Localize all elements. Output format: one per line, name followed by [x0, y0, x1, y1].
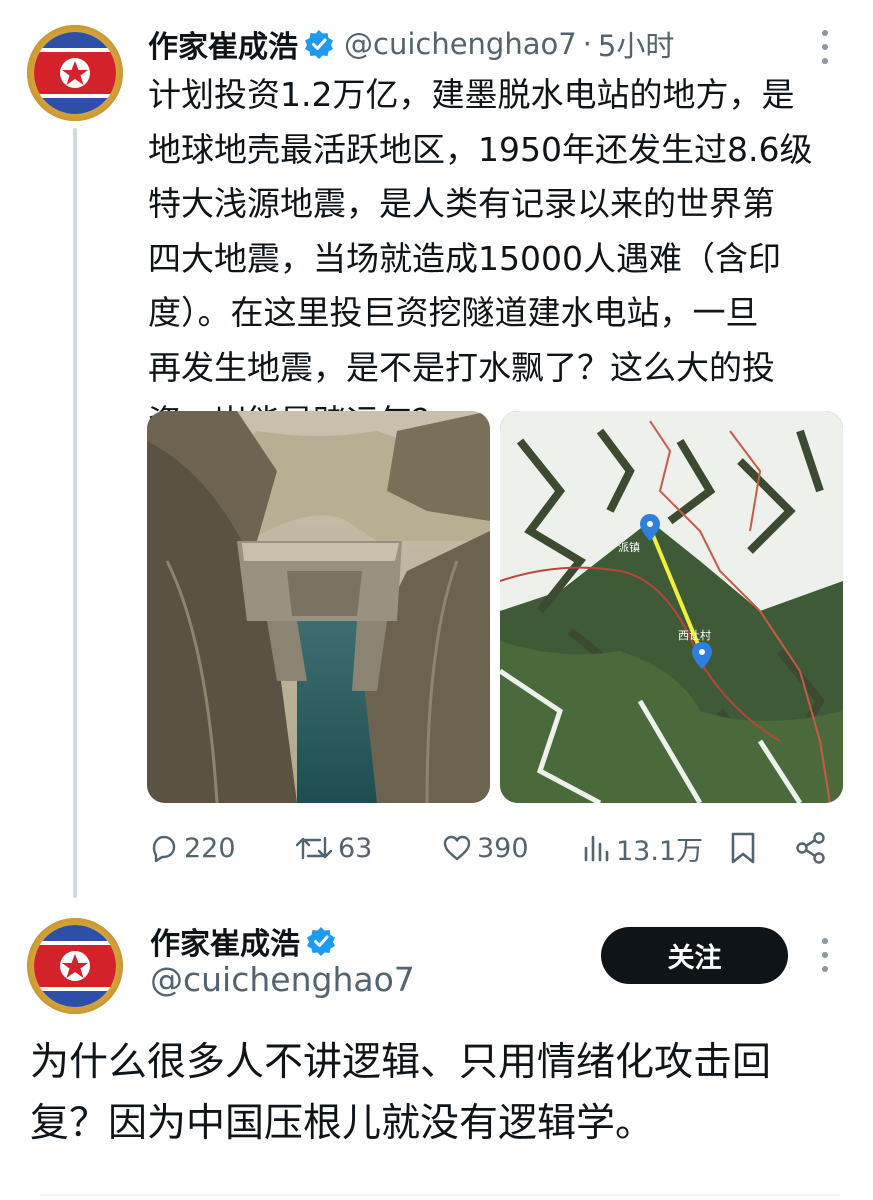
author-handle[interactable]: @cuichenghao7 [344, 27, 577, 61]
like-button[interactable]: 390 [441, 826, 529, 870]
flag-avatar-image [34, 32, 116, 114]
tweet-media-grid: 派镇 西让村 [147, 411, 844, 803]
profile-handle[interactable]: @cuichenghao7 [150, 960, 415, 999]
tweet-timestamp[interactable]: 5小时 [598, 23, 674, 65]
views-button[interactable]: 13.1万 [582, 826, 703, 870]
author-avatar[interactable] [27, 25, 123, 121]
tweet-actions-bar: 220 63 390 13.1万 [148, 826, 838, 870]
dam-photo[interactable] [147, 411, 490, 803]
verified-badge-icon [304, 29, 334, 59]
profile-name-row: 作家崔成浩 [150, 918, 336, 964]
flag-avatar-image [34, 925, 116, 1007]
share-button[interactable] [794, 826, 828, 870]
thread-connector-line [73, 128, 77, 898]
reply-count: 220 [184, 832, 236, 864]
bookmark-icon [728, 831, 758, 865]
views-count: 13.1万 [616, 835, 704, 867]
heart-icon [441, 832, 473, 864]
follow-button[interactable]: 关注 [601, 927, 788, 984]
profile-bio: 为什么很多人不讲逻辑、只用情绪化攻击回 复？因为中国压根儿就没有逻辑学。 [30, 1040, 772, 1146]
reply-icon [148, 832, 180, 864]
meta-separator: · [582, 27, 592, 61]
bookmark-button[interactable] [728, 826, 758, 870]
retweet-count: 63 [338, 832, 373, 864]
retweet-icon [294, 832, 334, 864]
reply-button[interactable]: 220 [148, 826, 236, 870]
more-options-icon[interactable] [820, 30, 830, 64]
divider [40, 1194, 840, 1196]
more-options-icon[interactable] [820, 938, 830, 972]
views-chart-icon [582, 832, 612, 864]
share-icon [794, 831, 828, 865]
satellite-map[interactable]: 派镇 西让村 [500, 411, 843, 803]
tweet-text: 计划投资1.2万亿，建墨脱水电站的地方，是 地球地壳最活跃地区，1950年还发生… [148, 75, 813, 441]
author-name[interactable]: 作家崔成浩 [148, 22, 298, 66]
retweet-button[interactable]: 63 [294, 826, 372, 870]
profile-avatar[interactable] [27, 918, 123, 1014]
map-label-paizhen: 派镇 [618, 540, 640, 554]
profile-name[interactable]: 作家崔成浩 [150, 919, 300, 963]
tweet-header: 作家崔成浩 @cuichenghao7 · 5小时 [148, 20, 674, 68]
like-count: 390 [477, 832, 529, 864]
map-label-xirangcun: 西让村 [678, 628, 711, 642]
verified-badge-icon [306, 926, 336, 956]
